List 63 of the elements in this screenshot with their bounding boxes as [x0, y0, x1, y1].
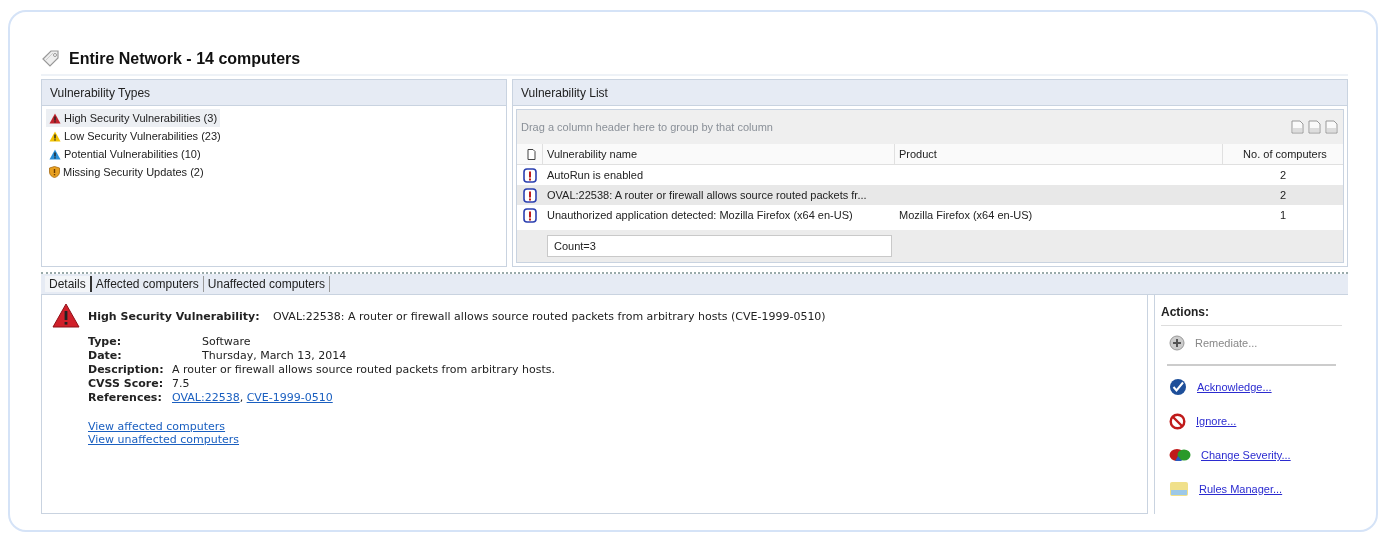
alert-icon: [523, 187, 537, 203]
field-label: Type:: [88, 335, 123, 348]
field-label: CVSS Score:: [88, 377, 165, 390]
plus-icon: [1169, 335, 1185, 351]
vulnerability-heading: High Security Vulnerability: OVAL:22538: A router or firewall allows source routed packets from arbitrary hosts (CVE-1999-0510): [88, 309, 826, 323]
action-link[interactable]: Ignore...: [1196, 415, 1237, 427]
column-header[interactable]: Vulnerability name: [543, 144, 895, 164]
field-label: References:: [88, 391, 163, 404]
document-icon: [527, 148, 536, 160]
panel-title: Vulnerability List: [521, 85, 608, 100]
tree-item[interactable]: High Security Vulnerabilities (3): [46, 109, 221, 127]
table-cell-text: 2: [1278, 189, 1288, 201]
action-link[interactable]: Acknowledge...: [1197, 381, 1272, 393]
export-icon[interactable]: [1324, 120, 1339, 134]
rules-icon: [1169, 480, 1189, 498]
export-icon[interactable]: [1290, 120, 1305, 134]
tab[interactable]: Affected computers: [91, 276, 204, 292]
table-cell-text: OVAL:22538: A router or firewall allows source routed packets fr...: [546, 189, 868, 201]
tree-item[interactable]: Potential Vulnerabilities (10): [46, 145, 204, 163]
tag-icon: [41, 49, 61, 69]
check-icon: [1169, 378, 1187, 396]
table-row[interactable]: Unauthorized application detected: Mozilla Firefox (x64 en-US) Mozilla Firefox (x64 en-US) 1: [517, 205, 1343, 225]
column-header[interactable]: Product: [895, 144, 1223, 164]
table-cell-text: 1: [1278, 209, 1288, 221]
panel-title: Vulnerability Types: [50, 85, 151, 100]
table-cell: Mozilla Firefox (x64 en-US): [899, 209, 1033, 221]
table-cell-text: AutoRun is enabled: [546, 169, 644, 181]
action-link[interactable]: Change Severity...: [1201, 449, 1291, 461]
field-value: Software: [201, 335, 252, 348]
field-label: Description:: [88, 363, 165, 376]
field-value: Thursday, March 13, 2014: [201, 349, 348, 362]
tab[interactable]: Unaffected computers: [203, 276, 331, 292]
warning-icon: [52, 303, 80, 329]
alert-icon: [523, 207, 537, 223]
actions-title: Actions:: [1161, 303, 1342, 326]
table-cell-text: 2: [1278, 169, 1288, 181]
alert-icon: [523, 167, 537, 183]
tab[interactable]: Details: [45, 276, 92, 292]
table-row[interactable]: AutoRun is enabled 2: [517, 165, 1343, 185]
tree-item[interactable]: Missing Security Updates (2): [46, 163, 207, 181]
field-label: Date:: [88, 349, 123, 362]
group-by-hint: Drag a column header here to group by that column: [521, 121, 773, 133]
warning-icon: [49, 148, 61, 160]
field-value: A router or firewall allows source routed packets from arbitrary hosts.: [172, 363, 557, 376]
tree-item[interactable]: Low Security Vulnerabilities (23): [46, 127, 224, 145]
forbidden-icon: [1169, 412, 1186, 430]
shield-icon: [49, 166, 60, 178]
page-title: Entire Network - 14 computers: [69, 50, 301, 68]
count-summary: Count=3: [547, 235, 892, 257]
reference-link[interactable]: CVE-1999-0510: [246, 391, 333, 404]
warning-icon: [49, 112, 61, 124]
export-icon[interactable]: [1307, 120, 1322, 134]
action-link[interactable]: Rules Manager...: [1199, 483, 1283, 495]
view-link[interactable]: View affected computers: [88, 420, 226, 433]
warning-icon: [49, 130, 61, 142]
field-value: 7.5: [172, 377, 191, 390]
severity-icon: [1169, 448, 1191, 462]
view-link[interactable]: View unaffected computers: [88, 433, 240, 446]
table-cell-text: Unauthorized application detected: Mozilla Firefox (x64 en-US): [546, 209, 854, 221]
column-header[interactable]: No. of computers: [1223, 144, 1343, 164]
table-row[interactable]: OVAL:22538: A router or firewall allows source routed packets fr... 2: [517, 185, 1343, 205]
separator: ,: [239, 391, 245, 404]
reference-link[interactable]: OVAL:22538: [172, 391, 240, 404]
